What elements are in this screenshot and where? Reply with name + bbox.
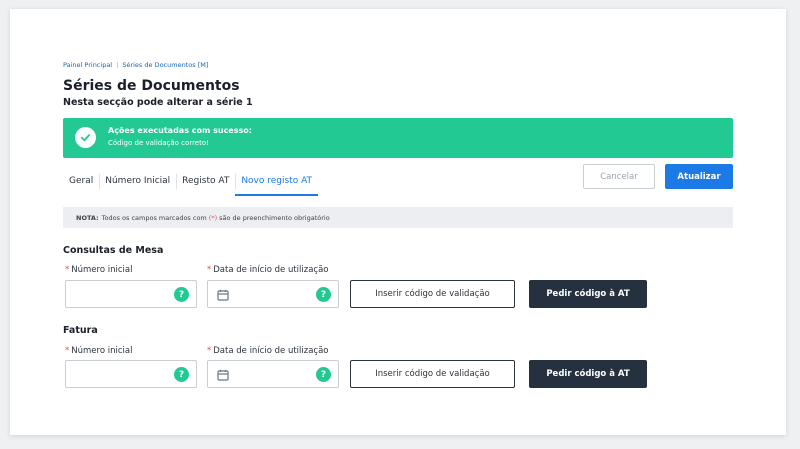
help-icon[interactable]: ?	[174, 367, 189, 382]
main-card: Painel Principal | Séries de Documentos …	[10, 9, 786, 435]
tab-geral[interactable]: Geral	[63, 169, 99, 196]
start-date-input[interactable]: ?	[207, 280, 339, 308]
cancel-button[interactable]: Cancelar	[583, 164, 655, 189]
required-asterisk: *	[65, 265, 70, 275]
page-title: Séries de Documentos	[63, 78, 240, 94]
breadcrumb-separator: |	[116, 61, 119, 69]
alert-message: Código de validação correto!	[108, 139, 209, 147]
insert-validation-code-button[interactable]: Inserir código de validação	[350, 360, 515, 388]
section-title-consultas-de-mesa: Consultas de Mesa	[63, 245, 164, 256]
tab-numero-inicial[interactable]: Número Inicial	[99, 169, 176, 196]
page-subtitle: Nesta secção pode alterar a série 1	[63, 97, 253, 108]
calendar-icon[interactable]	[217, 369, 229, 381]
success-alert: Ações executadas com sucesso: Código de …	[63, 118, 733, 158]
required-asterisk: *	[207, 346, 212, 356]
initial-number-input[interactable]: ?	[65, 360, 197, 388]
breadcrumb-current[interactable]: Séries de Documentos [M]	[122, 61, 208, 69]
insert-validation-code-button[interactable]: Inserir código de validação	[350, 280, 515, 308]
check-circle-icon	[75, 127, 96, 148]
note-text-after: são de preenchimento obrigatório	[219, 213, 330, 222]
required-fields-note: NOTA: Todos os campos marcados com (*) s…	[63, 207, 733, 228]
section-title-fatura: Fatura	[63, 325, 98, 336]
start-date-label: * Data de início de utilização	[207, 265, 329, 275]
help-icon[interactable]: ?	[316, 367, 331, 382]
tab-bar: Geral Número Inicial Registo AT Novo reg…	[63, 169, 319, 196]
required-asterisk: *	[65, 346, 70, 356]
help-icon[interactable]: ?	[316, 287, 331, 302]
help-icon[interactable]: ?	[174, 287, 189, 302]
initial-number-input[interactable]: ?	[65, 280, 197, 308]
request-code-at-button[interactable]: Pedir código à AT	[529, 360, 647, 388]
tab-registo-at[interactable]: Registo AT	[176, 169, 235, 196]
breadcrumb: Painel Principal | Séries de Documentos …	[63, 61, 208, 69]
alert-heading: Ações executadas com sucesso:	[108, 126, 252, 135]
breadcrumb-home-link[interactable]: Painel Principal	[63, 61, 112, 69]
calendar-icon[interactable]	[217, 289, 229, 301]
update-button[interactable]: Atualizar	[665, 164, 733, 189]
initial-number-label: * Número inicial	[65, 265, 133, 275]
required-asterisk: *	[207, 265, 212, 275]
request-code-at-button[interactable]: Pedir código à AT	[529, 280, 647, 308]
initial-number-label: * Número inicial	[65, 346, 133, 356]
note-required-marker: (*)	[208, 213, 218, 222]
start-date-input[interactable]: ?	[207, 360, 339, 388]
note-text-before: Todos os campos marcados com	[101, 213, 207, 222]
note-label: NOTA:	[76, 213, 99, 222]
start-date-label: * Data de início de utilização	[207, 346, 329, 356]
tab-novo-registo-at[interactable]: Novo registo AT	[235, 169, 319, 196]
